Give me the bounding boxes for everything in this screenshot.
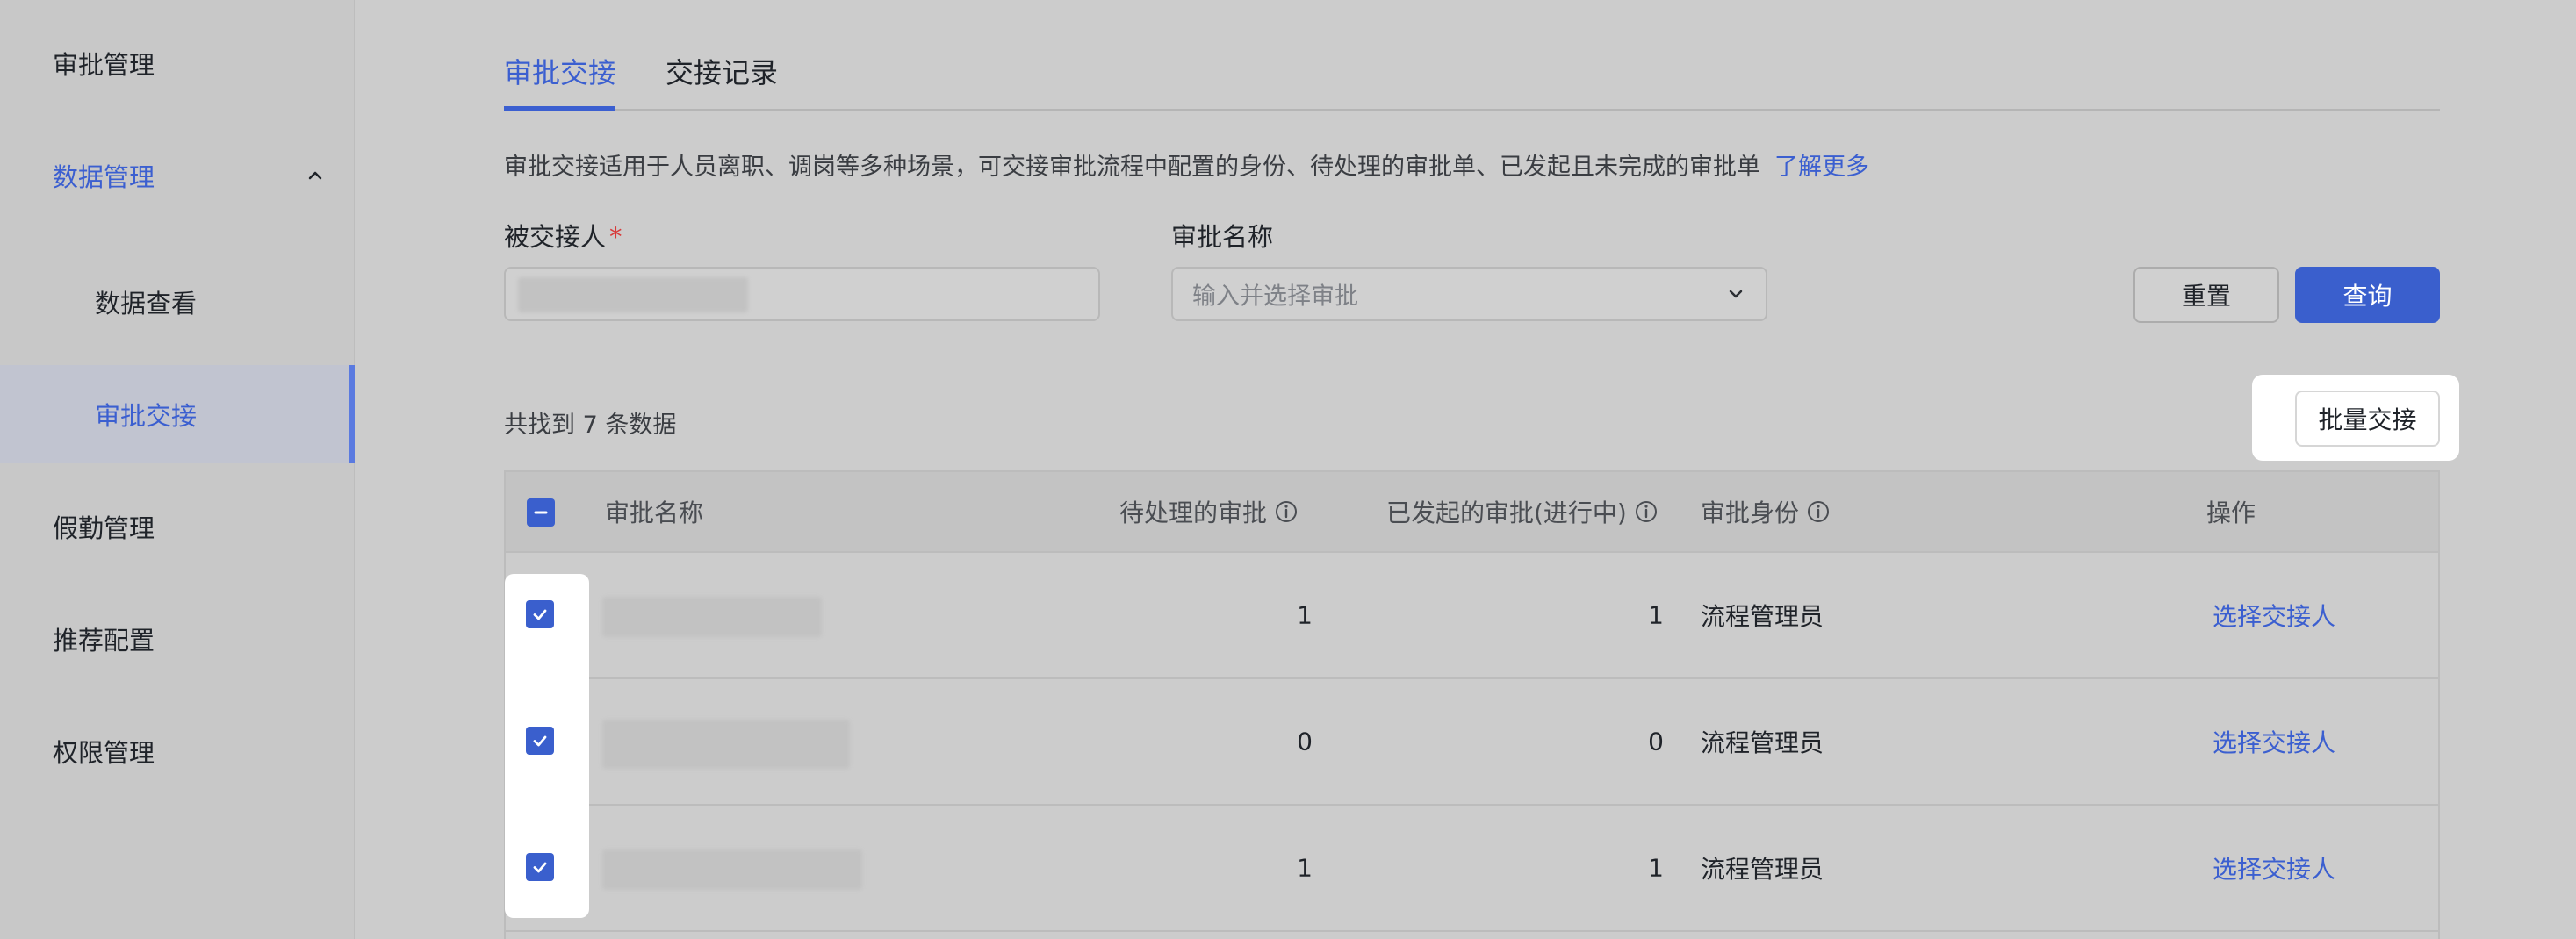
redacted-approval-name <box>602 720 850 769</box>
active-tab-indicator <box>504 106 615 111</box>
header-pending: 待处理的审批 <box>1119 494 1299 529</box>
sidebar-item-label: 数据管理 <box>53 162 155 192</box>
tab-bar: 审批交接 交接记录 <box>504 35 2440 111</box>
table-row: 1 1 流程管理员 选择交接人 <box>506 553 2438 679</box>
select-all-checkbox[interactable] <box>527 498 555 527</box>
assignee-label: 被交接人 * <box>504 217 622 254</box>
header-label: 审批身份 <box>1701 498 1800 527</box>
sidebar-item-label: 权限管理 <box>53 738 155 768</box>
redacted-approval-name <box>602 849 862 890</box>
batch-handover-button[interactable]: 批量交接 <box>2295 391 2440 447</box>
initiated-count: 1 <box>1648 853 1664 883</box>
header-initiated: 已发起的审批(进行中) <box>1386 494 1659 529</box>
checkmark-icon <box>533 862 547 873</box>
assignee-input[interactable] <box>504 267 1100 321</box>
reset-button[interactable]: 重置 <box>2133 267 2279 323</box>
chevron-down-icon <box>1729 290 1743 298</box>
sidebar-item-recommend-config[interactable]: 推荐配置 <box>0 604 355 674</box>
assignee-label-text: 被交接人 <box>504 222 607 252</box>
sidebar-item-attendance-management[interactable]: 假勤管理 <box>0 491 355 562</box>
tab-handover-records[interactable]: 交接记录 <box>666 51 778 91</box>
indeterminate-icon <box>534 511 548 514</box>
table-row: 0 0 流程管理员 选择交接人 <box>506 679 2438 806</box>
info-icon[interactable] <box>1634 499 1659 524</box>
initiated-count: 1 <box>1648 600 1664 630</box>
tab-label: 交接记录 <box>666 56 779 90</box>
result-count: 共找到 7 条数据 <box>504 412 677 439</box>
learn-more-link[interactable]: 了解更多 <box>1774 154 1869 181</box>
approval-name-label: 审批名称 <box>1171 222 1274 252</box>
description: 审批交接适用于人员离职、调岗等多种场景，可交接审批流程中配置的身份、待处理的审批… <box>504 147 1869 182</box>
checkmark-icon <box>533 609 547 620</box>
redacted-value <box>518 277 748 312</box>
redacted-approval-name <box>602 597 822 637</box>
sidebar: 审批管理 数据管理 数据查看 审批交接 假勤管理 推荐配置 权限管理 <box>0 0 355 939</box>
header-label: 审批名称 <box>605 498 704 527</box>
pending-count: 1 <box>1297 600 1313 630</box>
row-checkbox[interactable] <box>526 727 554 755</box>
sidebar-item-approval-handover[interactable]: 审批交接 <box>0 365 355 463</box>
header-label: 已发起的审批(进行中) <box>1386 498 1627 527</box>
header-approval-name: 审批名称 <box>605 494 703 529</box>
role-cell: 流程管理员 <box>1701 728 1824 757</box>
query-button[interactable]: 查询 <box>2295 267 2440 323</box>
row-checkbox[interactable] <box>526 600 554 628</box>
sidebar-item-label: 审批交接 <box>95 401 198 431</box>
approval-name-select[interactable]: 输入并选择审批 <box>1171 267 1767 321</box>
sidebar-item-approval-management[interactable]: 审批管理 <box>0 28 355 98</box>
header-role: 审批身份 <box>1701 494 1831 529</box>
sidebar-item-label: 推荐配置 <box>53 626 155 656</box>
sidebar-item-data-management[interactable]: 数据管理 <box>0 140 355 211</box>
sidebar-item-permission-management[interactable]: 权限管理 <box>0 716 355 786</box>
role-cell: 流程管理员 <box>1701 602 1824 631</box>
tab-approval-handover[interactable]: 审批交接 <box>504 51 616 91</box>
sidebar-item-label: 审批管理 <box>53 50 155 80</box>
pending-count: 0 <box>1297 727 1313 756</box>
required-mark: * <box>609 222 622 252</box>
select-assignee-link[interactable]: 选择交接人 <box>2213 850 2335 885</box>
main-content: 审批交接 交接记录 审批交接适用于人员离职、调岗等多种场景，可交接审批流程中配置… <box>356 0 2576 939</box>
sidebar-item-label: 数据查看 <box>95 289 198 319</box>
chevron-up-icon <box>308 171 322 180</box>
info-icon[interactable] <box>1274 499 1299 524</box>
sidebar-item-data-view[interactable]: 数据查看 <box>0 267 355 337</box>
tab-label: 审批交接 <box>504 56 617 90</box>
header-label: 操作 <box>2206 498 2256 527</box>
select-assignee-link[interactable]: 选择交接人 <box>2213 598 2335 633</box>
pending-count: 1 <box>1297 853 1313 883</box>
sidebar-item-label: 假勤管理 <box>53 513 155 543</box>
table-row: 1 1 流程管理员 选择交接人 <box>506 806 2438 932</box>
table-header: 审批名称 待处理的审批 已发起的审批(进行中) 审批身份 操作 <box>506 472 2438 553</box>
info-icon[interactable] <box>1806 499 1831 524</box>
row-checkbox[interactable] <box>526 853 554 881</box>
checkmark-icon <box>533 735 547 747</box>
initiated-count: 0 <box>1648 727 1664 756</box>
select-assignee-link[interactable]: 选择交接人 <box>2213 724 2335 759</box>
header-action: 操作 <box>2206 494 2256 529</box>
description-text: 审批交接适用于人员离职、调岗等多种场景，可交接审批流程中配置的身份、待处理的审批… <box>504 154 1760 181</box>
role-cell: 流程管理员 <box>1701 855 1824 884</box>
header-label: 待处理的审批 <box>1119 498 1268 527</box>
approval-table: 审批名称 待处理的审批 已发起的审批(进行中) 审批身份 操作 1 1 流程管理… <box>504 470 2440 939</box>
approval-name-placeholder: 输入并选择审批 <box>1192 283 1358 311</box>
